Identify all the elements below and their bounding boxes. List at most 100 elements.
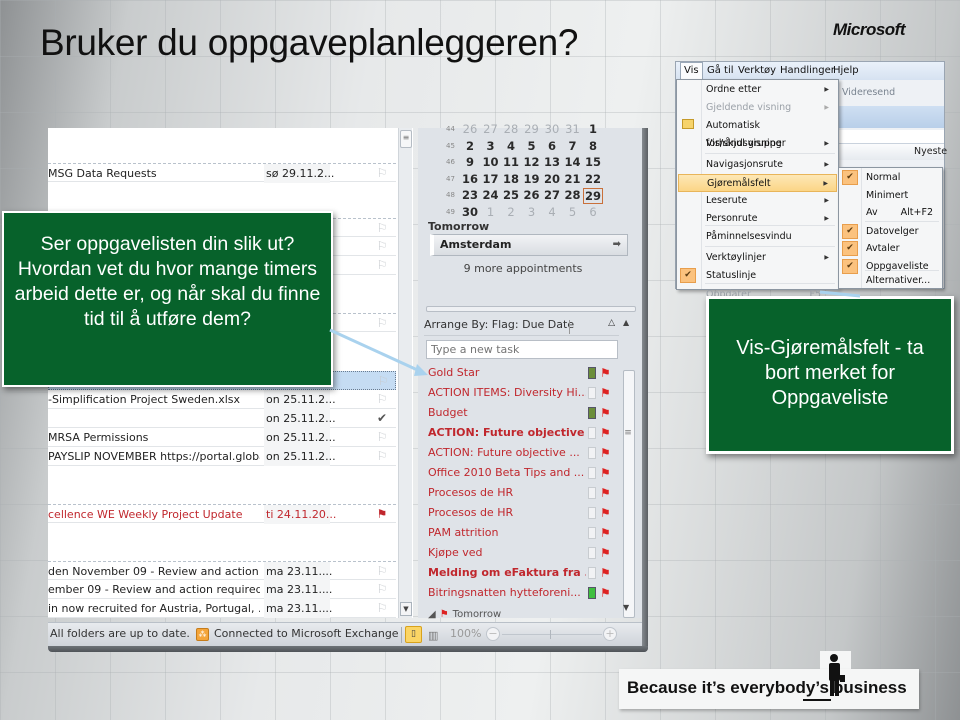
submenu-item[interactable]: ✔ Avtaler (840, 240, 941, 258)
calendar-day[interactable]: 14 (563, 155, 583, 169)
flag-red-icon[interactable]: ⚑ (600, 523, 611, 543)
menu-ga-til[interactable]: Gå til (704, 62, 737, 80)
flag-outline-icon[interactable]: ⚐ (374, 447, 390, 466)
zoom-in-button[interactable]: + (603, 627, 617, 641)
submenu-item[interactable]: Av Alt+F2 (840, 204, 941, 222)
collapse-icon[interactable]: ◢ (428, 609, 436, 620)
pane-splitter[interactable] (426, 306, 636, 312)
menu-handlinger[interactable]: Handlinger (777, 62, 838, 80)
flag-red-icon[interactable]: ⚑ (600, 443, 611, 463)
calendar-day[interactable]: 8 (583, 139, 603, 153)
calendar-day[interactable]: 22 (583, 172, 603, 186)
scroll-thumb[interactable]: ≡ (400, 130, 412, 148)
task-item[interactable]: Procesos de HR ⚑ (428, 483, 618, 503)
calendar-day[interactable]: 15 (583, 155, 603, 169)
calendar-day[interactable]: 26 (460, 122, 480, 136)
calendar-day[interactable]: 12 (522, 155, 542, 169)
calendar-day[interactable]: 29 (583, 188, 603, 204)
task-item[interactable]: ACTION ITEMS: Diversity Hi... ⚑ (428, 383, 618, 403)
calendar-day[interactable]: 6 (542, 139, 562, 153)
menu-item[interactable]: Ordne etter ▶ (678, 81, 837, 99)
reading-view-icon[interactable]: ▥ (428, 625, 438, 647)
task-list-scrollbar[interactable]: ▲ ≡ ▼ (622, 318, 636, 618)
flag-outline-icon[interactable]: ⚐ (374, 580, 390, 599)
category-box[interactable] (588, 547, 596, 559)
calendar-day[interactable]: 30 (542, 122, 562, 136)
menu-vis[interactable]: Vis (680, 62, 703, 79)
calendar-day[interactable]: 26 (522, 188, 542, 202)
mail-row[interactable]: den November 09 - Review and action r...… (48, 561, 396, 581)
calendar-day[interactable]: 29 (522, 122, 542, 136)
category-box[interactable] (588, 367, 596, 379)
forward-button[interactable]: Videresend (842, 82, 895, 104)
flag-outline-icon[interactable]: ⚐ (374, 599, 390, 618)
category-box[interactable] (588, 527, 596, 539)
calendar-day[interactable]: 3 (481, 139, 501, 153)
zoom-slider-thumb[interactable] (550, 630, 551, 639)
flag-red-icon[interactable]: ⚑ (600, 403, 611, 423)
flag-outline-icon[interactable]: ⚐ (374, 428, 390, 447)
menu-item[interactable]: Leserute ▶ (678, 192, 837, 210)
menu-hjelp[interactable]: Hjelp (830, 62, 862, 80)
mail-row[interactable]: -Simplification Project Sweden.xlsx on 25… (48, 390, 396, 409)
mail-row[interactable]: on 25.11.2... ✔ (48, 409, 396, 428)
flag-red-icon[interactable]: ⚑ (600, 563, 611, 583)
arrange-by-header[interactable]: Arrange By: Flag: Due Date △ (424, 318, 619, 336)
menu-item[interactable]: Automatisk forhåndsvisning (678, 117, 837, 149)
calendar-day[interactable]: 25 (501, 188, 521, 202)
calendar-day[interactable]: 28 (563, 188, 583, 202)
calendar-day[interactable]: 17 (481, 172, 501, 186)
scroll-up-button[interactable]: ▲ (623, 318, 629, 327)
task-item[interactable]: Office 2010 Beta Tips and ... ⚑ (428, 463, 618, 483)
calendar-day[interactable]: 9 (460, 155, 480, 169)
normal-view-icon[interactable]: ▯ (405, 626, 422, 643)
calendar-day[interactable]: 19 (522, 172, 542, 186)
flag-outline-icon[interactable]: ⚐ (374, 314, 390, 333)
menu-item[interactable]: Vis/skjul grupper ▶ (678, 135, 837, 153)
category-box[interactable] (588, 407, 596, 419)
flag-outline-icon[interactable]: ⚐ (375, 372, 391, 391)
submenu-item[interactable]: Minimert (840, 187, 941, 205)
calendar-day[interactable]: 21 (563, 172, 583, 186)
calendar-day[interactable]: 30 (460, 205, 480, 219)
flag-red-icon[interactable]: ⚑ (600, 363, 611, 383)
flag-red-icon[interactable]: ⚑ (600, 583, 611, 603)
calendar-day[interactable]: 6 (583, 205, 603, 219)
flag-red-icon[interactable]: ⚑ (600, 543, 611, 563)
flag-red-icon[interactable]: ⚑ (374, 505, 390, 524)
scroll-down-button[interactable]: ▼ (623, 603, 629, 612)
mail-list-scrollbar[interactable]: ≡ ▼ (398, 128, 412, 618)
calendar-day[interactable]: 20 (542, 172, 562, 186)
submenu-item[interactable]: ✔ Datovelger (840, 223, 941, 241)
calendar-day[interactable]: 28 (501, 122, 521, 136)
mail-row[interactable]: in now recruited for Austria, Portugal, … (48, 599, 396, 618)
task-group-tomorrow[interactable]: ◢ ⚑ Tomorrow (428, 609, 501, 620)
task-item[interactable]: Melding om eFaktura fra ... ⚑ (428, 563, 618, 583)
category-box[interactable] (588, 447, 596, 459)
flag-outline-icon[interactable]: ⚐ (374, 219, 390, 238)
calendar-day[interactable]: 18 (501, 172, 521, 186)
calendar-day[interactable]: 5 (522, 139, 542, 153)
more-appointments-link[interactable]: 9 more appointments (418, 262, 628, 275)
flag-red-icon[interactable]: ⚑ (600, 503, 611, 523)
task-item[interactable]: Budget ⚑ (428, 403, 618, 423)
calendar-day[interactable]: 23 (460, 188, 480, 202)
calendar-day[interactable]: 11 (501, 155, 521, 169)
menu-verktoy[interactable]: Verktøy (735, 62, 779, 80)
calendar-day[interactable]: 27 (481, 122, 501, 136)
new-task-input[interactable] (426, 340, 618, 359)
mail-row[interactable]: cellence WE Weekly Project Update ti 24.1… (48, 504, 396, 524)
menu-item[interactable]: Gjøremålsfelt ▶ (678, 174, 837, 192)
calendar-day[interactable]: 13 (542, 155, 562, 169)
category-box[interactable] (588, 587, 596, 599)
appointment-item[interactable]: Amsterdam ➡ (430, 234, 628, 256)
category-box[interactable] (588, 427, 596, 439)
task-item[interactable]: ACTION: Future objective ... ⚑ (428, 423, 618, 443)
flag-red-icon[interactable]: ⚑ (600, 423, 611, 443)
calendar-day[interactable]: 7 (563, 139, 583, 153)
category-box[interactable] (588, 467, 596, 479)
task-item[interactable]: Kjøpe ved ⚑ (428, 543, 618, 563)
scroll-down-button[interactable]: ▼ (400, 602, 412, 616)
mail-row[interactable]: MRSA Permissions on 25.11.2... ⚐ (48, 428, 396, 447)
calendar-day[interactable]: 16 (460, 172, 480, 186)
